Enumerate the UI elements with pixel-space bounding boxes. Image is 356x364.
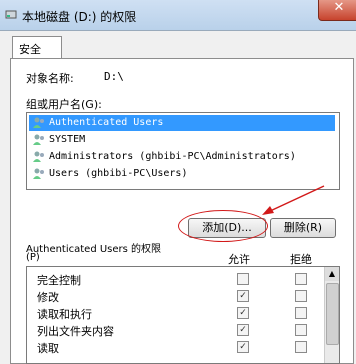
- deny-checkbox[interactable]: [295, 341, 307, 353]
- permissions-title: Authenticated Users 的权限: [26, 244, 162, 255]
- user-group-icon: [33, 134, 44, 145]
- user-group-icon: [33, 168, 44, 179]
- allow-checkbox[interactable]: ✓: [237, 324, 249, 336]
- permission-label: 读取和执行: [37, 308, 92, 321]
- object-name-label: 对象名称:: [26, 72, 74, 85]
- user-group-icon: [33, 117, 44, 128]
- object-name-value: D:\: [104, 70, 124, 83]
- deny-checkbox[interactable]: [295, 307, 307, 319]
- drive-icon: [5, 10, 17, 19]
- user-group-icon: [33, 151, 44, 162]
- user-name: Users (ghbibi-PC\Users): [49, 168, 188, 179]
- window-title: 本地磁盘 (D:) 的权限: [22, 10, 137, 24]
- allow-checkbox[interactable]: ✓: [237, 290, 249, 302]
- deny-checkbox[interactable]: [295, 324, 307, 336]
- permission-label: 修改: [37, 291, 59, 304]
- annotation-arrow: [262, 185, 325, 215]
- group-user-label: 组或用户名(G):: [26, 98, 102, 111]
- deny-checkbox[interactable]: [295, 290, 307, 302]
- user-name: Administrators (ghbibi-PC\Administrators…: [49, 151, 296, 162]
- remove-button[interactable]: 删除(R): [270, 218, 336, 238]
- list-item[interactable]: SYSTEM: [29, 132, 335, 148]
- scroll-up-icon[interactable]: ▲: [325, 267, 339, 281]
- permission-label: 完全控制: [37, 274, 81, 287]
- permissions-scrollbar[interactable]: ▲: [324, 267, 339, 363]
- user-name: SYSTEM: [49, 134, 86, 145]
- deny-header: 拒绝: [290, 253, 312, 266]
- tab-security[interactable]: 安全: [12, 36, 62, 59]
- allow-header: 允许: [228, 253, 250, 266]
- permissions-title-suffix: (P): [26, 252, 40, 263]
- list-item[interactable]: Administrators (ghbibi-PC\Administrators…: [29, 149, 335, 165]
- tab-security-label: 安全: [19, 43, 41, 56]
- allow-checkbox[interactable]: ✓: [237, 341, 249, 353]
- permission-label: 读取: [37, 342, 59, 355]
- user-list[interactable]: Authenticated Users SYSTEM Administrator…: [26, 112, 340, 190]
- list-item[interactable]: Users (ghbibi-PC\Users): [29, 166, 335, 182]
- permissions-table: 完全控制 修改 ✓ 读取和执行 ✓ 列出文件夹内容 ✓ 读取 ✓ ▲: [26, 266, 340, 364]
- deny-checkbox[interactable]: [295, 273, 307, 285]
- scroll-thumb[interactable]: [326, 283, 339, 345]
- permission-label: 列出文件夹内容: [37, 325, 114, 338]
- close-button[interactable]: ✕: [318, 0, 356, 21]
- allow-checkbox[interactable]: ✓: [237, 307, 249, 319]
- annotation-circle: [178, 210, 268, 242]
- user-name: Authenticated Users: [49, 117, 164, 128]
- list-item[interactable]: Authenticated Users: [29, 115, 335, 131]
- allow-checkbox[interactable]: [237, 273, 249, 285]
